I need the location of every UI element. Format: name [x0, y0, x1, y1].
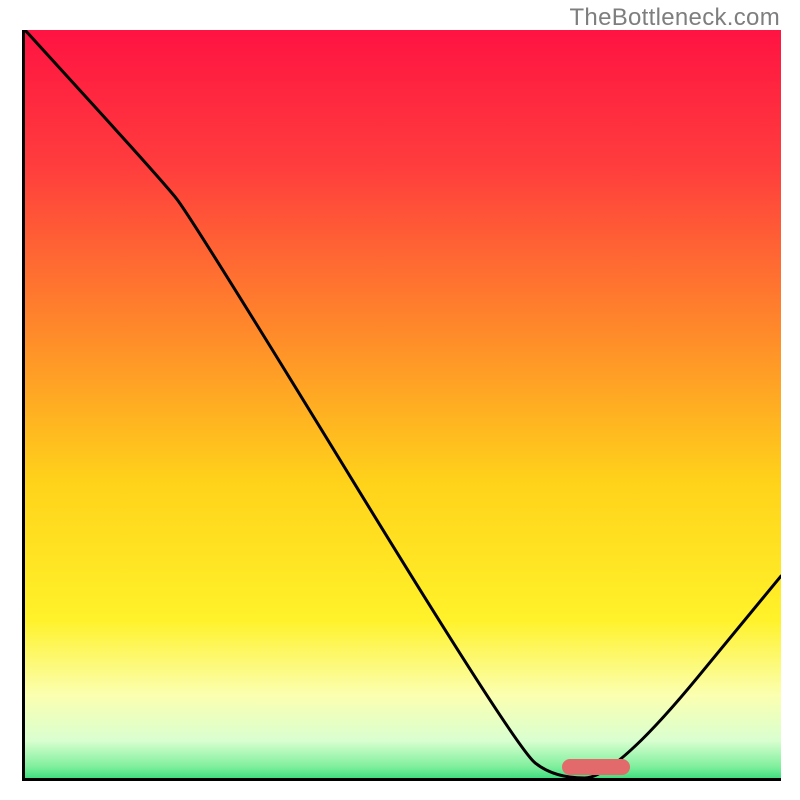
watermark-text: TheBottleneck.com: [569, 4, 780, 32]
plot-area: [22, 30, 781, 781]
bottleneck-curve: [25, 30, 781, 778]
chart-container: TheBottleneck.com: [0, 0, 800, 800]
optimum-marker: [562, 759, 630, 775]
